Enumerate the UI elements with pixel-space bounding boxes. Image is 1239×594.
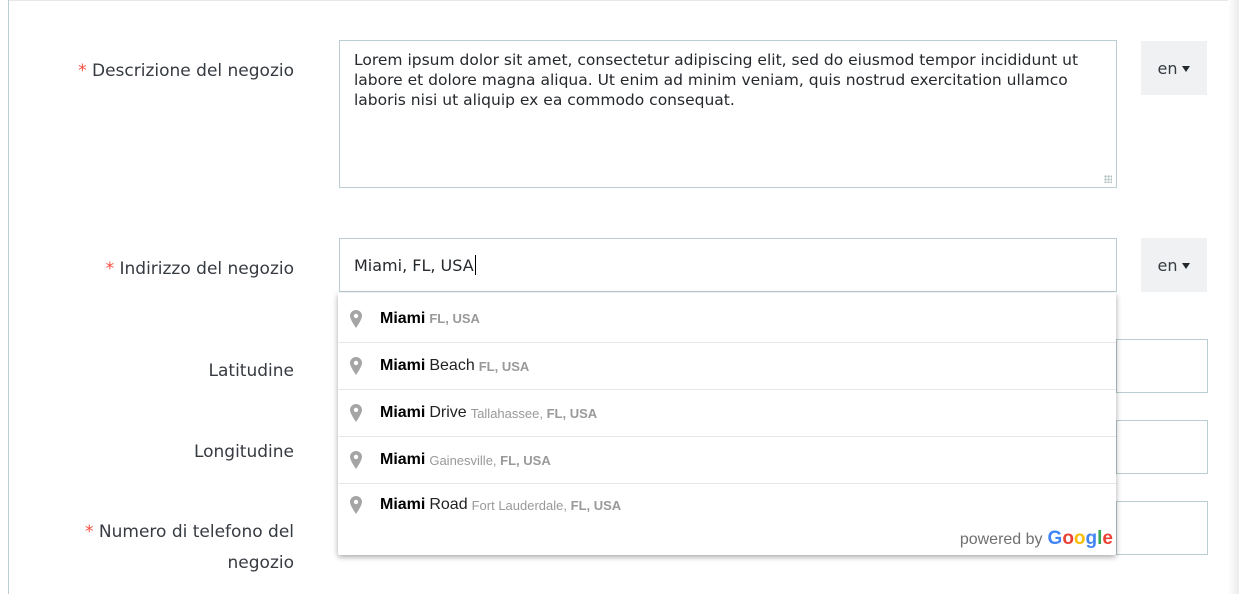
google-logo-letter: o <box>1062 528 1074 549</box>
longitude-label: Longitudine <box>193 442 294 462</box>
map-pin-icon <box>350 451 362 469</box>
description-label-text: Descrizione del negozio <box>92 61 294 81</box>
phone-label-line1: Numero di telefono del <box>98 522 294 542</box>
description-text: Lorem ipsum dolor sit amet, consectetur … <box>354 51 1079 109</box>
latitude-label: Latitudine <box>208 361 294 381</box>
suggestion-match: Miami <box>380 496 426 513</box>
suggestion-secondary: FL, USA <box>478 358 530 374</box>
suggestion-match: Miami <box>380 404 426 421</box>
description-label: * Descrizione del negozio <box>78 59 294 84</box>
suggestion-rest: Road <box>429 496 468 513</box>
description-lang-dropdown[interactable]: en <box>1141 41 1207 95</box>
phone-label-line2: negozio <box>227 553 294 573</box>
google-logo-letter: g <box>1085 528 1098 549</box>
autocomplete-suggestion[interactable]: Miami Beach FL, USA <box>338 342 1116 389</box>
suggestion-match: Miami <box>380 357 426 374</box>
required-mark: * <box>78 61 87 81</box>
suggestion-rest: Drive <box>429 404 467 421</box>
text-cursor <box>474 255 476 275</box>
suggestion-rest: Beach <box>429 357 475 374</box>
required-mark: * <box>105 259 115 279</box>
autocomplete-suggestion[interactable]: Miami Drive Tallahassee, FL, USA <box>338 389 1116 436</box>
panel-top-border <box>8 0 1239 1</box>
google-logo-letter: G <box>1047 528 1063 549</box>
resize-grip-icon[interactable] <box>1104 175 1112 183</box>
address-input[interactable]: Miami, FL, USA <box>339 238 1117 292</box>
latitude-input[interactable] <box>1116 339 1208 393</box>
suggestion-secondary: Gainesville, FL, USA <box>429 452 551 468</box>
autocomplete-suggestion[interactable]: Miami Gainesville, FL, USA <box>338 436 1116 483</box>
map-pin-icon <box>350 357 362 375</box>
description-textarea[interactable]: Lorem ipsum dolor sit amet, consectetur … <box>339 40 1117 188</box>
caret-down-icon <box>1182 262 1191 269</box>
panel-right-shadow <box>1228 0 1239 594</box>
autocomplete-dropdown: Miami FL, USA Miami Beach FL, USA Miami … <box>338 293 1116 555</box>
map-pin-icon <box>350 309 362 328</box>
panel-left-border <box>8 0 9 594</box>
autocomplete-suggestion[interactable]: Miami FL, USA <box>338 295 1116 342</box>
address-input-value: Miami, FL, USA <box>354 255 474 275</box>
map-pin-icon <box>350 496 362 514</box>
phone-label: * Numero di telefono del <box>85 520 294 545</box>
address-lang-label: en <box>1157 255 1178 275</box>
suggestion-secondary: Fort Lauderdale, FL, USA <box>471 498 622 513</box>
required-mark: * <box>85 522 94 542</box>
suggestion-match: Miami <box>380 451 426 468</box>
suggestion-secondary: FL, USA <box>429 311 480 326</box>
powered-by-google: powered by Google <box>960 528 1113 550</box>
google-logo-letter: o <box>1073 528 1086 549</box>
caret-down-icon <box>1182 65 1191 72</box>
powered-by-text: powered by <box>959 531 1043 548</box>
description-lang-label: en <box>1157 58 1178 78</box>
phone-input[interactable] <box>1116 501 1208 555</box>
map-pin-icon <box>350 404 362 422</box>
longitude-input[interactable] <box>1116 420 1208 474</box>
address-label-text: Indirizzo del negozio <box>119 259 294 279</box>
address-label: * Indirizzo del negozio <box>106 257 294 282</box>
address-lang-dropdown[interactable]: en <box>1141 238 1207 292</box>
google-logo: Google <box>1048 528 1113 550</box>
google-logo-letter: e <box>1102 528 1113 549</box>
suggestion-match: Miami <box>380 309 426 327</box>
suggestion-secondary: Tallahassee, FL, USA <box>470 405 598 421</box>
